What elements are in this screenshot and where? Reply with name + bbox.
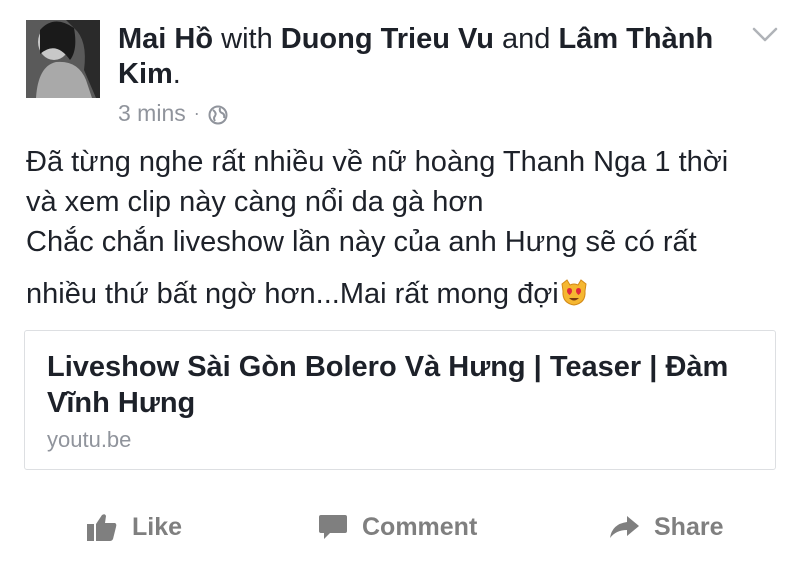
tagged-person-1[interactable]: Duong Trieu Vu [281,23,494,55]
timestamp[interactable]: 3 mins [118,100,186,127]
share-arrow-icon [610,516,639,538]
post-text-line: nhiều thứ bất ngờ hơn...Mai rất mong đợi [26,278,559,310]
meta-separator: · [193,103,200,123]
post-meta: 3 mins · [118,100,228,127]
post-menu-button[interactable] [752,26,778,44]
link-preview-card[interactable]: Liveshow Sài Gòn Bolero Và Hưng | Teaser… [24,330,776,470]
post-text-line: Đã từng nghe rất nhiều về nữ hoàng Thanh… [26,146,729,178]
like-label: Like [132,512,183,541]
share-label: Share [654,512,724,541]
post-text-line-with-emoji: nhiều thứ bất ngờ hơn...Mai rất mong đợi [26,274,776,314]
post-header: Mai Hồ with Duong Trieu Vu and Lâm Thành… [118,22,728,92]
post-text-line: và xem clip này càng nổi da gà hơn [26,186,484,218]
post-text-line: Chắc chắn liveshow lần này của anh Hưng … [26,226,697,258]
avatar[interactable] [26,20,100,98]
and-text: and [502,23,551,55]
thumbs-up-icon [87,514,117,541]
comment-label: Comment [362,512,478,541]
share-button[interactable]: Share [608,512,723,542]
avatar-photo [26,20,100,98]
heart-eyes-cat-emoji-icon [559,278,589,308]
link-domain: youtu.be [47,427,132,452]
comment-button[interactable]: Comment [318,512,477,542]
action-bar: Like Comment Share [0,500,800,560]
chevron-down-icon [752,27,778,42]
author-name[interactable]: Mai Hồ [118,23,213,55]
globe-icon[interactable] [208,104,228,124]
like-button[interactable]: Like [86,512,182,542]
comment-icon [319,515,347,539]
with-text: with [221,23,273,55]
post-text: Đã từng nghe rất nhiều về nữ hoàng Thanh… [26,142,776,314]
header-period: . [172,58,181,90]
link-title[interactable]: Liveshow Sài Gòn Bolero Và Hưng | Teaser… [47,349,737,421]
